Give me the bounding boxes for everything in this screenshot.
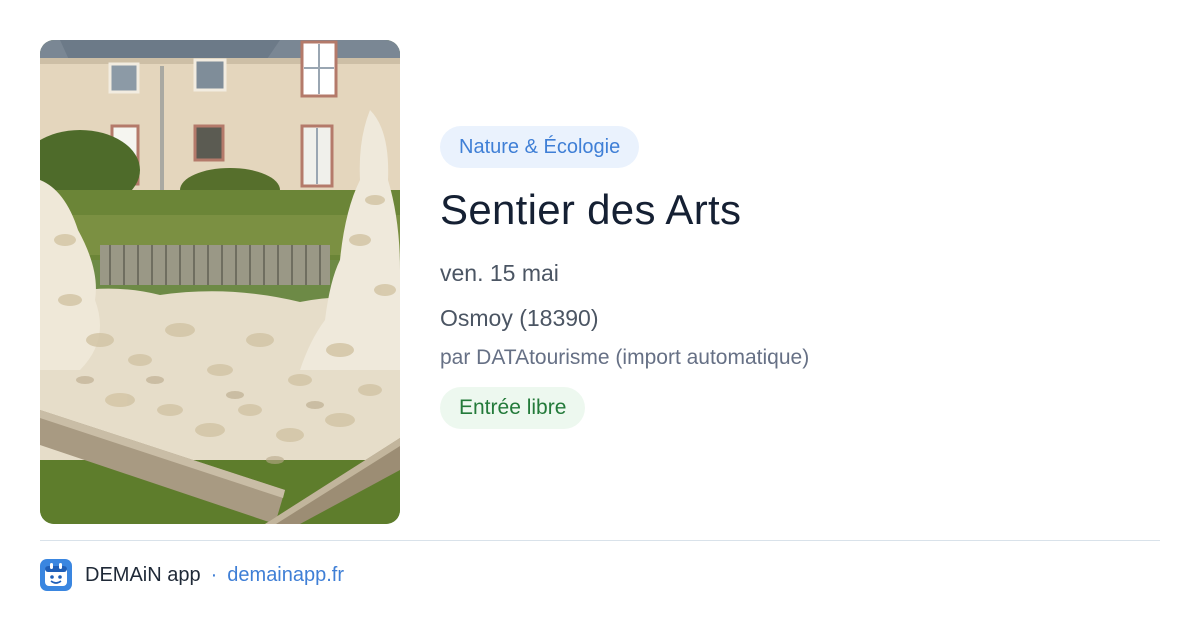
event-photo bbox=[40, 40, 400, 524]
app-name: DEMAiN app bbox=[85, 563, 201, 586]
event-author: par DATAtourisme (import automatique) bbox=[440, 346, 810, 369]
event-date: ven. 15 mai bbox=[440, 260, 559, 286]
category-badge[interactable]: Nature & Écologie bbox=[440, 126, 640, 168]
event-location: Osmoy (18390) bbox=[440, 305, 599, 331]
event-card[interactable]: Nature & Écologie Sentier des Arts ven. … bbox=[0, 0, 1200, 630]
event-details: Nature & Écologie Sentier des Arts ven. … bbox=[440, 126, 1160, 429]
demain-logo-icon bbox=[40, 559, 72, 591]
app-url-link[interactable]: demainapp.fr bbox=[227, 564, 344, 587]
event-title[interactable]: Sentier des Arts bbox=[440, 182, 1160, 238]
footer-divider bbox=[40, 540, 1160, 541]
footer: DEMAiN app · demainapp.fr bbox=[40, 558, 344, 592]
footer-separator: · bbox=[210, 563, 218, 586]
price-badge: Entrée libre bbox=[440, 387, 586, 429]
